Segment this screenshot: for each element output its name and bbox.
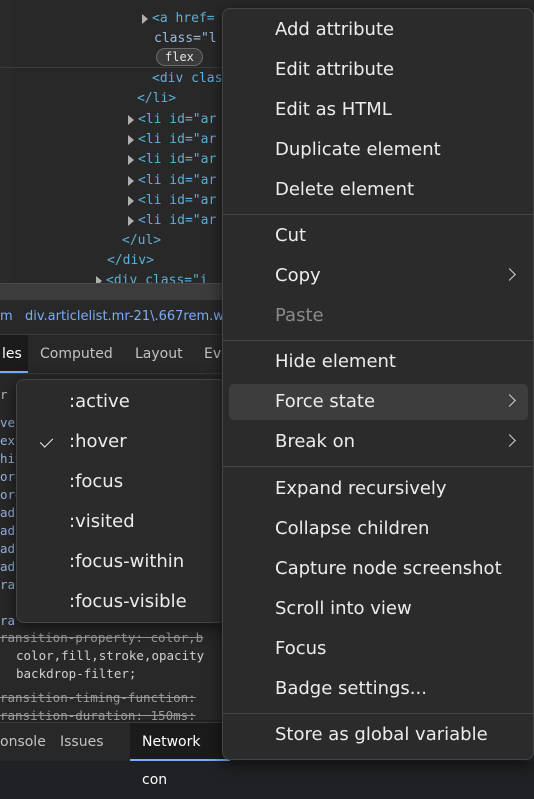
- elements-gutter: [0, 0, 12, 283]
- expand-triangle-icon[interactable]: [128, 134, 134, 145]
- context-menu: Add attribute Edit attribute Edit as HTM…: [222, 8, 534, 760]
- state-hover-label: :hover: [69, 431, 127, 452]
- menu-force-state[interactable]: Force state: [229, 384, 528, 420]
- menu-copy[interactable]: Copy: [229, 258, 528, 294]
- menu-copy-label: Copy: [275, 265, 321, 286]
- tab-network-conditions[interactable]: Network con: [130, 723, 230, 788]
- style-prop-stub: ra: [0, 577, 16, 592]
- style-prop-stub: ra: [0, 613, 16, 628]
- checkmark-icon: [39, 434, 54, 448]
- expand-triangle-icon[interactable]: [128, 175, 134, 186]
- state-focus-visible[interactable]: :focus-visible: [23, 584, 219, 620]
- chevron-right-icon: [503, 394, 516, 407]
- menu-badge-settings[interactable]: Badge settings...: [229, 671, 528, 707]
- tree-node-anchor[interactable]: <a href=: [142, 9, 215, 29]
- menu-separator: [223, 466, 533, 467]
- menu-separator: [223, 340, 533, 341]
- state-hover[interactable]: :hover: [23, 424, 219, 460]
- tree-node-text: <a href=: [152, 11, 215, 26]
- menu-hide-element[interactable]: Hide element: [229, 344, 528, 380]
- menu-store-as-global-variable[interactable]: Store as global variable: [229, 717, 528, 753]
- chevron-right-icon: [503, 434, 516, 447]
- expand-triangle-icon[interactable]: [96, 275, 102, 283]
- tab-layout[interactable]: Layout: [135, 335, 183, 373]
- menu-capture-node-screenshot[interactable]: Capture node screenshot: [229, 551, 528, 587]
- tab-computed[interactable]: Computed: [40, 335, 113, 373]
- expand-triangle-icon[interactable]: [142, 13, 148, 24]
- style-transition-timing[interactable]: ransition-timing-function:: [0, 689, 196, 707]
- menu-collapse-children[interactable]: Collapse children: [229, 511, 528, 547]
- tree-node-text: <li id="ar: [138, 112, 217, 127]
- tree-node-li[interactable]: <li id="ar: [128, 110, 216, 130]
- style-transition-duration[interactable]: ransition-duration: 150ms;: [0, 707, 196, 720]
- style-transition-values: backdrop-filter;: [16, 666, 137, 681]
- expand-triangle-icon[interactable]: [128, 215, 134, 226]
- tab-issues[interactable]: Issues: [60, 723, 104, 761]
- menu-separator: [223, 214, 533, 215]
- tree-node-li[interactable]: <li id="ar: [128, 171, 216, 191]
- menu-break-on-label: Break on: [275, 431, 356, 452]
- tree-node-text: <li id="ar: [138, 152, 217, 167]
- tree-node-div-close[interactable]: </div>: [107, 251, 154, 271]
- tab-console[interactable]: onsole: [0, 723, 46, 761]
- state-focus-within[interactable]: :focus-within: [23, 544, 219, 580]
- menu-force-state-label: Force state: [275, 391, 376, 412]
- menu-scroll-into-view[interactable]: Scroll into view: [229, 591, 528, 627]
- tree-node-li[interactable]: <li id="ar: [128, 191, 216, 211]
- tree-node-li[interactable]: <li id="ar: [128, 211, 216, 231]
- breadcrumb-item-current[interactable]: div.articlelist.mr-21\.667rem.w: [25, 300, 224, 334]
- chevron-right-icon: [503, 268, 516, 281]
- expand-triangle-icon[interactable]: [128, 195, 134, 206]
- expand-triangle-icon[interactable]: [128, 114, 134, 125]
- tree-node-li-close[interactable]: </li>: [137, 89, 176, 109]
- tree-node-text: <li id="ar: [138, 173, 217, 188]
- state-focus[interactable]: :focus: [23, 464, 219, 500]
- tree-node-ul-close[interactable]: </ul>: [122, 231, 161, 251]
- tree-divider: [0, 67, 222, 68]
- flex-badge[interactable]: flex: [156, 48, 203, 66]
- tree-node-div[interactable]: <div clas: [152, 69, 222, 89]
- tree-node-attr[interactable]: class="l: [154, 29, 217, 49]
- tab-styles[interactable]: les: [0, 335, 28, 373]
- tree-node-text: <li id="ar: [138, 193, 217, 208]
- force-state-submenu: :active :hover :focus :visited :focus-wi…: [16, 379, 226, 623]
- tab-event-listeners[interactable]: Ev: [204, 335, 221, 373]
- flex-badge-row: flex: [156, 48, 203, 68]
- menu-delete-element[interactable]: Delete element: [229, 172, 528, 208]
- menu-break-on[interactable]: Break on: [229, 424, 528, 460]
- menu-focus[interactable]: Focus: [229, 631, 528, 667]
- state-active[interactable]: :active: [23, 384, 219, 420]
- tree-node-div[interactable]: <div class="i: [96, 271, 208, 283]
- menu-separator: [223, 713, 533, 714]
- state-visited[interactable]: :visited: [23, 504, 219, 540]
- tree-node-text: <div class="i: [106, 273, 208, 283]
- breadcrumb-item[interactable]: m: [0, 300, 13, 334]
- tree-node-li[interactable]: <li id="ar: [128, 150, 216, 170]
- tree-node-text: <li id="ar: [138, 132, 217, 147]
- menu-expand-recursively[interactable]: Expand recursively: [229, 471, 528, 507]
- style-transition-property[interactable]: ransition-property: color,b: [0, 629, 203, 647]
- menu-duplicate-element[interactable]: Duplicate element: [229, 132, 528, 168]
- tree-node-li[interactable]: <li id="ar: [128, 130, 216, 150]
- tree-node-text: <li id="ar: [138, 213, 217, 228]
- expand-triangle-icon[interactable]: [128, 154, 134, 165]
- style-prop-stub: ve: [0, 415, 16, 430]
- menu-cut[interactable]: Cut: [229, 218, 528, 254]
- menu-add-attribute[interactable]: Add attribute: [229, 12, 528, 48]
- menu-edit-attribute[interactable]: Edit attribute: [229, 52, 528, 88]
- menu-paste: Paste: [275, 305, 324, 326]
- filter-input-stub[interactable]: r: [0, 386, 8, 404]
- menu-edit-as-html[interactable]: Edit as HTML: [229, 92, 528, 128]
- style-transition-values: color,fill,stroke,opacity: [16, 648, 205, 663]
